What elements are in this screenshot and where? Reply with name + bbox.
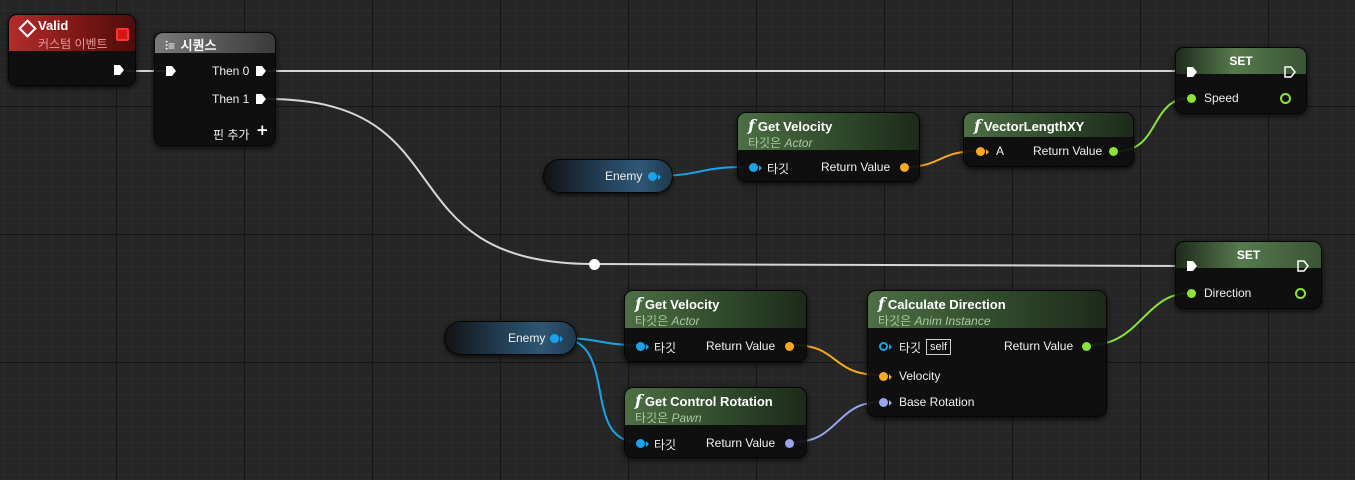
set-speed-title: SET: [1229, 54, 1253, 68]
sequence-header: ⫶≡ 시퀀스: [155, 33, 275, 53]
target-label: 타깃: [767, 162, 790, 176]
set-direction-title: SET: [1236, 248, 1261, 262]
velocity-in-pin[interactable]: [879, 372, 888, 381]
target-in-pin[interactable]: [636, 439, 645, 448]
enemy-out-pin[interactable]: [648, 172, 657, 181]
set-direction-exec-out-pin[interactable]: [1297, 260, 1309, 272]
direction-out-pin[interactable]: [1295, 288, 1306, 299]
plus-icon[interactable]: +: [256, 121, 269, 139]
calculate-direction-node[interactable]: f Calculate Direction 타깃은 Anim Instance 타…: [867, 290, 1107, 417]
return-value-out-pin[interactable]: [900, 163, 909, 172]
diamond-icon: [18, 19, 37, 38]
function-icon: f: [635, 391, 642, 410]
target-type-subtitle: 타깃은 Actor: [748, 136, 813, 150]
calculate-direction-title: Calculate Direction: [887, 297, 1006, 312]
event-title: Valid: [38, 18, 69, 33]
sequence-icon: ⫶≡: [165, 39, 176, 53]
a-in-arrow: [986, 149, 989, 155]
target-in-arrow: [759, 165, 762, 171]
vector-length-xy-node[interactable]: f VectorLengthXY A Return Value: [963, 112, 1134, 167]
set-speed-node[interactable]: SET Speed: [1175, 47, 1307, 114]
return-value-label: Return Value: [1004, 339, 1074, 353]
function-icon: f: [878, 294, 885, 313]
event-subtitle: 커스텀 이벤트: [38, 37, 108, 51]
add-pin-label[interactable]: 핀 추가: [213, 126, 249, 143]
custom-event-header: Valid 커스텀 이벤트: [9, 15, 135, 51]
speed-in-pin[interactable]: [1187, 94, 1196, 103]
base-rotation-label: Base Rotation: [899, 395, 975, 409]
enemy-out-arrow: [560, 336, 563, 342]
speed-label: Speed: [1204, 91, 1239, 105]
get-control-rotation-title: Get Control Rotation: [644, 394, 773, 409]
get-velocity-title: Get Velocity: [757, 119, 833, 134]
target-type-subtitle: 타깃은 Pawn: [635, 411, 702, 425]
target-in-pin[interactable]: [636, 342, 645, 351]
function-icon: f: [635, 294, 642, 313]
enemy-variable-node-bottom[interactable]: Enemy: [444, 321, 577, 355]
target-label: 타깃: [899, 341, 922, 355]
return-value-label: Return Value: [706, 436, 776, 450]
get-control-rotation-header: f Get Control Rotation 타깃은 Pawn: [625, 388, 806, 425]
target-in-pin[interactable]: [749, 163, 758, 172]
vector-length-xy-title: VectorLengthXY: [983, 119, 1085, 134]
sequence-title: 시퀀스: [180, 38, 217, 53]
function-icon: f: [974, 116, 981, 135]
target-type-subtitle: 타깃은 Anim Instance: [878, 314, 991, 328]
then1-exec-out-pin[interactable]: [255, 93, 267, 105]
enemy-label: Enemy: [508, 331, 546, 345]
base-rotation-in-arrow: [889, 400, 892, 406]
a-in-pin[interactable]: [976, 147, 985, 156]
custom-event-node-valid[interactable]: Valid 커스텀 이벤트: [8, 14, 136, 86]
set-speed-exec-in-pin[interactable]: [1186, 66, 1198, 78]
sequence-exec-in-pin[interactable]: [165, 65, 177, 77]
direction-label: Direction: [1204, 286, 1252, 300]
then1-label: Then 1: [212, 92, 250, 106]
enemy-out-arrow: [658, 174, 661, 180]
calculate-direction-header: f Calculate Direction 타깃은 Anim Instance: [868, 291, 1106, 328]
get-velocity-title: Get Velocity: [644, 297, 720, 312]
enemy-variable-node-top[interactable]: Enemy: [543, 159, 673, 193]
target-in-arrow: [889, 344, 892, 350]
target-type-subtitle: 타깃은 Actor: [635, 314, 700, 328]
event-exec-out-pin[interactable]: [113, 64, 125, 76]
velocity-label: Velocity: [899, 369, 941, 383]
get-velocity-header: f Get Velocity 타깃은 Actor: [625, 291, 806, 328]
return-value-out-pin[interactable]: [1082, 342, 1091, 351]
get-velocity-header: f Get Velocity 타깃은 Actor: [738, 113, 919, 150]
reroute-node[interactable]: [589, 259, 600, 270]
target-in-arrow: [646, 441, 649, 447]
speed-out-pin[interactable]: [1280, 93, 1291, 104]
set-speed-exec-out-pin[interactable]: [1284, 66, 1296, 78]
set-direction-exec-in-pin[interactable]: [1186, 260, 1198, 272]
base-rotation-in-pin[interactable]: [879, 398, 888, 407]
set-direction-node[interactable]: SET Direction: [1175, 241, 1322, 309]
direction-in-pin[interactable]: [1187, 289, 1196, 298]
vector-length-xy-header: f VectorLengthXY: [964, 113, 1133, 137]
return-value-label: Return Value: [821, 160, 891, 174]
self-default-value[interactable]: self: [926, 339, 952, 355]
get-velocity-node-top[interactable]: f Get Velocity 타깃은 Actor 타깃 Return Value: [737, 112, 920, 182]
get-control-rotation-node[interactable]: f Get Control Rotation 타깃은 Pawn 타깃 Return…: [624, 387, 807, 458]
target-in-pin[interactable]: [879, 342, 888, 351]
exec-wire-reroute-to-set-direction: [593, 263, 1191, 267]
get-velocity-node-bottom[interactable]: f Get Velocity 타깃은 Actor 타깃 Return Value: [624, 290, 807, 362]
then0-label: Then 0: [212, 64, 250, 78]
return-value-out-pin[interactable]: [1109, 147, 1118, 156]
target-in-arrow: [646, 344, 649, 350]
return-value-label: Return Value: [706, 339, 776, 353]
target-label: 타깃: [654, 341, 677, 355]
enemy-label: Enemy: [605, 169, 643, 183]
a-label: A: [996, 144, 1005, 158]
delegate-pin[interactable]: [116, 28, 129, 41]
return-value-out-pin[interactable]: [785, 342, 794, 351]
then0-exec-out-pin[interactable]: [255, 65, 267, 77]
return-value-label: Return Value: [1033, 144, 1103, 158]
velocity-in-arrow: [889, 374, 892, 380]
return-value-out-pin[interactable]: [785, 439, 794, 448]
function-icon: f: [748, 116, 755, 135]
sequence-node[interactable]: ⫶≡ 시퀀스 Then 0 Then 1 핀 추가 +: [154, 32, 276, 146]
target-label: 타깃: [654, 438, 677, 452]
enemy-out-pin[interactable]: [550, 334, 559, 343]
